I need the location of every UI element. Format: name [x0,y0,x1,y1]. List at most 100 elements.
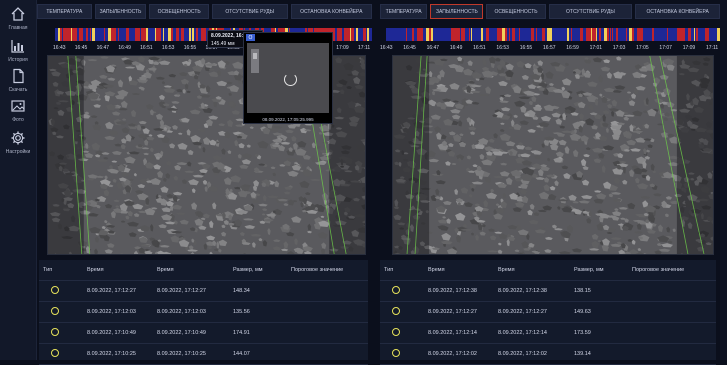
timeline-event-mark [471,28,472,41]
timeline-tick-label: 16:57 [543,45,556,51]
camera-feed[interactable] [392,55,714,255]
timeline-event-mark [593,28,596,41]
timeline-tick-label: 16:51 [140,45,153,51]
timeline-tick-label: 16:45 [403,45,416,51]
timeline-event-mark [367,28,369,41]
timeline-tick-label: 16:53 [496,45,509,51]
timeline-tick-label: 16:43 [380,45,393,51]
timeline-tick-label: 16:59 [566,45,579,51]
row-time: 8.09.2022, 17:12:27 [424,309,494,315]
timeline-event-mark [192,28,194,41]
left-tabs: ТЕМПЕРАТУРА ЗАПЫЛЕННОСТЬ ОСВЕЩЕННОСТЬ ОТ… [37,4,372,19]
timeline-event-mark [181,28,184,41]
table-row[interactable]: 8.09.2022, 17:12:27 8.09.2022, 17:12:27 … [380,302,716,323]
timeline-event-mark [616,28,618,41]
timeline-event-mark [79,28,80,41]
timeline-event-mark [92,28,95,41]
timeline-event-mark [589,28,591,41]
event-timeline[interactable] [386,28,720,41]
timeline-event-mark [509,28,510,41]
sidebar-item-download[interactable]: Скачать [0,68,36,98]
timeline-event-mark [607,28,609,41]
table-row[interactable]: 8.09.2022, 17:10:49 8.09.2022, 17:10:49 … [39,323,368,344]
timeline-event-mark [696,28,698,41]
col-size: Размер, мм [229,267,287,273]
sidebar-item-settings[interactable]: Настройки [0,130,36,160]
timeline-event-mark [652,28,654,41]
timeline-event-mark [168,28,171,41]
table-row[interactable]: 8.09.2022, 17:12:38 8.09.2022, 17:12:38 … [380,281,716,302]
table-row[interactable]: 8.09.2022, 17:12:14 8.09.2022, 17:12:14 … [380,323,716,344]
timeline-event-mark [139,28,140,41]
snapshot-preview[interactable]: О 08.09.2022, 17:05:25.995 [243,32,333,124]
sidebar-item-photo[interactable]: Фото [0,98,36,128]
timeline-event-mark [481,28,483,41]
timeline-event-mark [431,28,433,41]
table-row[interactable]: 8.09.2022, 17:12:27 8.09.2022, 17:12:27 … [39,281,368,302]
row-time: 8.09.2022, 17:12:02 [424,351,494,357]
timeline-tick-label: 17:03 [613,45,626,51]
timeline-event-mark [604,28,607,41]
file-icon [10,68,26,84]
row-time-2: 8.09.2022, 17:12:27 [153,288,229,294]
row-time-2: 8.09.2022, 17:12:03 [153,309,229,315]
timeline-tick-label: 16:45 [75,45,88,51]
timeline-event-mark [461,28,463,41]
timeline-event-mark [113,28,116,41]
timeline-event-mark [683,28,685,41]
sidebar-item-home[interactable]: Главная [0,6,36,36]
table-row[interactable]: 8.09.2022, 17:12:02 8.09.2022, 17:12:02 … [380,344,716,365]
timeline-tick-label: 17:09 [336,45,349,51]
window-scrollbar[interactable] [720,0,727,360]
tab-dust[interactable]: ЗАПЫЛЕННОСТЬ [95,4,147,19]
timeline-event-mark [531,28,534,41]
col-time: Время [83,267,153,273]
tab-conveyor-stop[interactable]: ОСТАНОВКА КОНВЕЙЕРА [635,4,720,19]
timeline-event-mark [542,28,545,41]
sidebar-item-label: Главная [8,25,27,31]
timeline-event-mark [80,28,83,41]
timeline-tick-label: 17:05 [636,45,649,51]
timeline-event-mark [58,28,60,41]
row-time: 8.09.2022, 17:12:38 [424,288,494,294]
tab-illumination[interactable]: ОСВЕЩЕННОСТЬ [149,4,209,19]
status-dot-icon [51,328,59,336]
timeline-tick-label: 16:47 [427,45,440,51]
table-row[interactable]: 8.09.2022, 17:12:03 8.09.2022, 17:12:03 … [39,302,368,323]
sidebar-item-history[interactable]: История [0,38,36,68]
col-threshold: Пороговое значение [287,267,368,273]
sidebar-item-label: Настройки [6,149,31,155]
timeline-event-mark [66,28,68,41]
col-type: Тип [39,267,83,273]
timeline-event-mark [612,28,613,41]
sidebar: Главная История Скачать Фото Настройки [0,0,37,360]
tab-no-ore[interactable]: ОТСУТСТВИЕ РУДЫ [212,4,288,19]
timeline-event-mark [626,28,627,41]
tab-no-ore[interactable]: ОТСУТСТВИЕ РУДЫ [549,4,633,19]
timeline-event-mark [204,28,206,41]
timeline-event-mark [571,28,572,41]
timeline-event-mark [75,28,77,41]
timeline-event-mark [157,28,160,41]
tab-temperature[interactable]: ТЕМПЕРАТУРА [380,4,427,19]
timeline-tick-label: 16:47 [97,45,110,51]
tab-temperature[interactable]: ТЕМПЕРАТУРА [37,4,92,19]
loading-spinner-icon [284,73,297,86]
row-time: 8.09.2022, 17:12:27 [83,288,153,294]
tab-illumination[interactable]: ОСВЕЩЕННОСТЬ [486,4,545,19]
timeline-event-mark [426,28,427,41]
timeline-event-mark [549,28,552,41]
row-size: 139.14 [570,351,628,357]
timeline-event-mark [340,28,342,41]
tab-dust[interactable]: ЗАПЫЛЕННОСТЬ [430,4,483,19]
status-dot-icon [392,307,400,315]
gear-icon [10,130,26,146]
right-camera-panel: ТЕМПЕРАТУРА ЗАПЫЛЕННОСТЬ ОСВЕЩЕННОСТЬ ОТ… [380,0,720,360]
timeline-event-mark [586,28,589,41]
timeline-event-mark [694,28,695,41]
table-row[interactable]: 8.09.2022, 17:10:25 8.09.2022, 17:10:25 … [39,344,368,365]
tab-conveyor-stop[interactable]: ОСТАНОВКА КОНВЕЙЕРА [291,4,372,19]
timeline-events [386,28,720,41]
timeline-tick-label: 17:01 [590,45,603,51]
timeline-event-mark [427,28,429,41]
